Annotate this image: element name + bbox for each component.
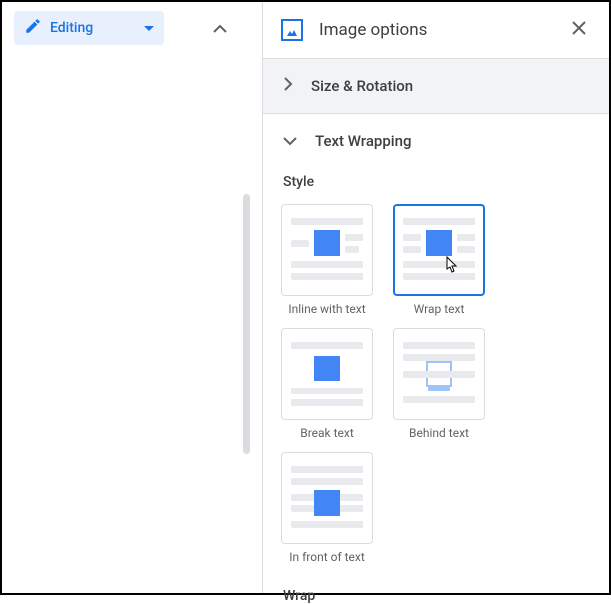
close-panel-button[interactable] [567,16,591,44]
editing-mode-dropdown[interactable]: Editing [14,11,164,45]
caret-down-icon [144,20,154,36]
text-wrapping-label: Text Wrapping [315,132,411,150]
style-behind-text[interactable] [393,328,485,420]
style-break-label: Break text [300,426,354,440]
pencil-icon [24,17,42,39]
document-canvas [2,54,254,593]
style-in-front-of-text[interactable] [281,452,373,544]
style-wrap-label: Wrap text [414,302,465,316]
style-behind-label: Behind text [409,426,469,440]
editing-mode-label: Editing [50,20,93,36]
style-heading: Style [263,160,609,204]
chevron-right-icon [283,77,293,95]
scrollbar-thumb[interactable] [243,194,250,454]
panel-title: Image options [319,20,551,40]
style-inline-with-text[interactable] [281,204,373,296]
collapse-toolbar-button[interactable] [206,14,234,42]
text-wrapping-section[interactable]: Text Wrapping [263,114,609,160]
wrap-heading: Wrap [263,564,609,604]
chevron-up-icon [213,24,227,33]
style-front-label: In front of text [289,550,365,564]
chevron-down-icon [283,132,297,150]
image-icon [281,19,303,41]
style-inline-label: Inline with text [288,302,365,316]
image-options-panel: Image options Size & Rotation Text Wrapp… [262,2,609,593]
style-wrap-text[interactable] [393,204,485,296]
style-break-text[interactable] [281,328,373,420]
size-rotation-label: Size & Rotation [311,77,413,95]
size-rotation-section[interactable]: Size & Rotation [263,59,609,114]
close-icon [571,20,587,36]
